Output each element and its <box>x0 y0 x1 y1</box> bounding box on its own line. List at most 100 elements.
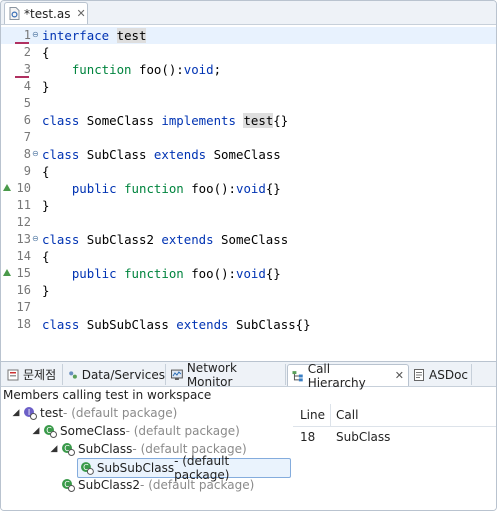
tab-asdoc[interactable]: ASDoc <box>409 364 472 385</box>
bottom-panel: 문제점 Data/Services Network Monitor Call H… <box>1 361 496 510</box>
code-text: } <box>42 197 49 214</box>
line-number: 8 <box>23 147 31 161</box>
chevron-down-icon[interactable]: ◢ <box>49 444 59 454</box>
column-header-line[interactable]: Line <box>300 408 325 422</box>
line-number: 17 <box>16 300 31 314</box>
code-token: } <box>42 283 50 298</box>
code-line[interactable]: 2{ <box>1 44 496 61</box>
call-hierarchy-status: Members calling test in workspace <box>3 388 212 402</box>
code-line[interactable]: 5 <box>1 95 496 112</box>
tree-node-subclass2[interactable]: C SubClass2 - (default package) <box>59 476 254 494</box>
code-text: public function foo():void{} <box>42 180 281 197</box>
code-line[interactable]: 11} <box>1 197 496 214</box>
call-hierarchy-icon <box>292 370 303 381</box>
tree-node-test[interactable]: ◢ I test - (default package) <box>11 404 177 422</box>
tree-node-subsubclass[interactable]: C SubSubClass - (default package) <box>77 454 291 482</box>
class-icon: C <box>80 462 94 475</box>
code-line[interactable]: 13 class SubClass2 extends SomeClass <box>1 231 496 248</box>
keyword-token: class <box>42 317 80 332</box>
code-text: } <box>42 78 49 95</box>
chevron-down-icon[interactable]: ◢ <box>31 426 41 436</box>
keyword-token: void <box>183 62 214 77</box>
code-line[interactable]: 4} <box>1 78 496 95</box>
editor-tab-bar: *test.as ✕ <box>1 1 496 25</box>
keyword-token: implements <box>161 113 236 128</box>
keyword-token: class <box>42 113 80 128</box>
class-icon: C <box>44 425 57 438</box>
cell-line: 18 <box>300 430 316 444</box>
column-divider[interactable] <box>330 404 331 426</box>
chevron-down-icon[interactable]: ◢ <box>11 408 21 418</box>
network-monitor-icon <box>171 369 183 380</box>
code-line[interactable]: 8 class SubClass extends SomeClass <box>1 146 496 163</box>
fold-toggle-icon[interactable]: ⊖ <box>32 31 40 39</box>
keyword-token: interface <box>42 28 110 43</box>
class-icon: C <box>62 443 75 456</box>
code-text: } <box>42 282 49 299</box>
code-line[interactable]: 7 <box>1 129 496 146</box>
code-text: function foo():void; <box>42 61 221 78</box>
tree-node-label: SubSubClass <box>96 461 175 475</box>
editor-tab[interactable]: *test.as ✕ <box>4 2 88 24</box>
tree-node-someclass[interactable]: ◢ C SomeClass - (default package) <box>31 422 240 440</box>
code-token: { <box>42 45 50 60</box>
tree-node-package: - (default package) <box>125 424 240 438</box>
change-marker <box>15 42 29 44</box>
code-token: ; <box>213 62 222 77</box>
tree-node-package: - (default package) <box>140 478 255 492</box>
tab-problems[interactable]: 문제점 <box>3 364 63 385</box>
change-marker <box>15 76 29 78</box>
tab-data-services[interactable]: Data/Services <box>64 364 166 385</box>
close-icon[interactable]: ✕ <box>395 369 404 382</box>
code-text: class SubClass2 extends SomeClass <box>42 231 288 248</box>
ide-window: *test.as ✕ 1 interface test 2{3 function f… <box>0 0 497 511</box>
call-hierarchy-tree[interactable]: ◢ I test - (default package) ◢ C SomeCla… <box>1 404 291 510</box>
code-line[interactable]: 15 public function foo():void{} <box>1 265 496 282</box>
code-line[interactable]: 18 class SubSubClass extends SubClass{} <box>1 316 496 333</box>
keyword-token: extends <box>161 232 214 247</box>
fold-toggle-icon[interactable]: ⊖ <box>32 150 40 158</box>
tab-network-monitor[interactable]: Network Monitor <box>167 361 286 389</box>
code-line[interactable]: 17 <box>1 299 496 316</box>
code-token: } <box>42 198 50 213</box>
code-token: test <box>243 113 274 128</box>
keyword-token: class <box>42 232 80 247</box>
code-line[interactable]: 3 function foo():void; <box>1 61 496 78</box>
line-number: 18 <box>16 317 31 331</box>
code-line[interactable]: 1 interface test <box>1 27 496 44</box>
keyword-token: extends <box>153 147 207 162</box>
code-line[interactable]: 14 { <box>1 248 496 265</box>
editor-tab-label: *test.as <box>24 6 71 21</box>
table-row[interactable]: 18 SubClass <box>293 428 496 446</box>
fold-toggle-icon[interactable]: ⊖ <box>32 235 40 243</box>
actionscript-file-icon <box>9 7 20 20</box>
code-line[interactable]: 9{ <box>1 163 496 180</box>
tree-node-package: - (default package) <box>63 406 178 420</box>
line-number: 5 <box>23 96 31 110</box>
line-number: 7 <box>23 130 31 144</box>
code-editor[interactable]: 1 interface test 2{3 function foo():void; 4… <box>1 25 496 358</box>
line-number: 11 <box>16 198 31 212</box>
close-icon[interactable]: ✕ <box>76 7 85 20</box>
code-line[interactable]: 6 class SomeClass implements test{} <box>1 112 496 129</box>
code-line[interactable]: 16} <box>1 282 496 299</box>
table-header: Line Call <box>293 404 496 427</box>
column-header-call[interactable]: Call <box>336 408 358 422</box>
override-marker-icon[interactable] <box>3 269 11 277</box>
tab-network-monitor-label: Network Monitor <box>186 360 237 389</box>
call-locations-table: Line Call 18 SubClass <box>293 404 496 510</box>
code-text: interface test <box>42 27 147 44</box>
code-token: foo(): <box>131 62 184 77</box>
override-marker-icon[interactable] <box>3 184 11 192</box>
code-line[interactable]: 10 public function foo():void{} <box>1 180 496 197</box>
line-number: 4 <box>23 79 31 93</box>
tab-call-hierarchy[interactable]: Call Hierarchy ✕ <box>287 362 409 390</box>
tree-node-label: test <box>40 406 64 420</box>
code-token: foo(): <box>183 181 236 196</box>
cell-call: SubClass <box>336 430 391 444</box>
code-line[interactable]: 12 <box>1 214 496 231</box>
